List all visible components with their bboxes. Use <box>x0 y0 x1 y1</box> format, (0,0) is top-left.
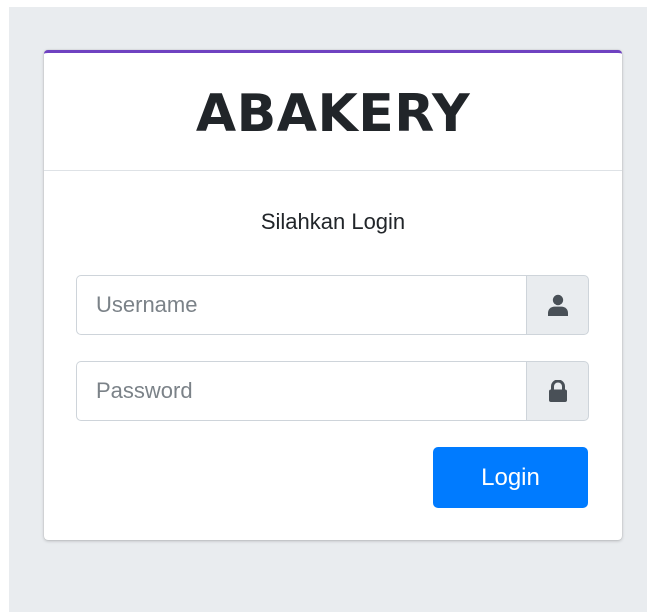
password-addon <box>526 361 589 421</box>
card-header: ABAKERY <box>44 53 622 171</box>
username-group <box>76 275 589 335</box>
username-input[interactable] <box>76 275 526 335</box>
username-addon <box>526 275 589 335</box>
login-card: ABAKERY Silahkan Login Login <box>44 50 622 540</box>
brand-title: ABAKERY <box>195 83 471 144</box>
login-button[interactable]: Login <box>433 447 588 508</box>
lock-icon <box>548 380 567 402</box>
login-message: Silahkan Login <box>260 209 406 234</box>
password-input[interactable] <box>76 361 526 421</box>
user-icon <box>547 294 568 316</box>
password-group <box>76 361 589 421</box>
